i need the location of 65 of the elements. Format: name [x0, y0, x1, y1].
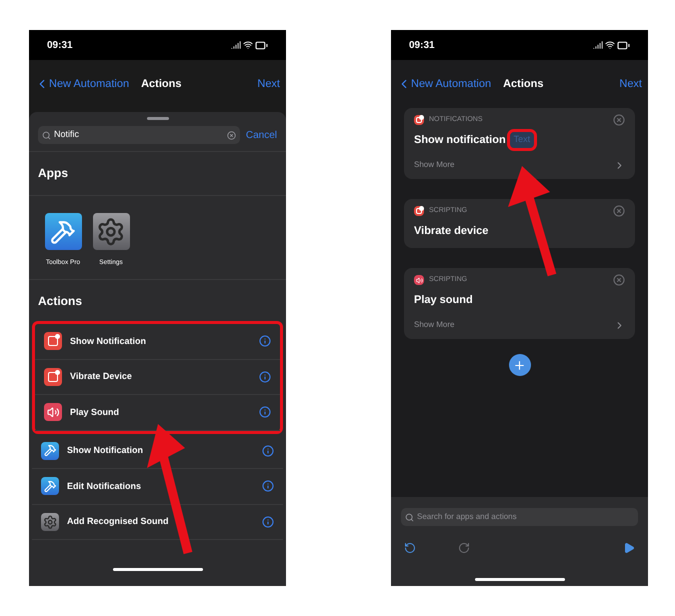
action-row[interactable]: Edit Notifications [32, 469, 283, 504]
hammer-icon [41, 477, 59, 496]
wifi-icon [243, 40, 253, 50]
undo-icon[interactable] [404, 542, 416, 554]
speaker-icon [414, 275, 424, 285]
card-title: Play sound [414, 292, 473, 308]
action-row[interactable]: Vibrate Device [35, 360, 280, 395]
speaker-icon [44, 403, 62, 422]
next-button[interactable]: Next [619, 76, 642, 92]
notification-app-icon [44, 332, 62, 350]
info-icon[interactable] [262, 516, 274, 528]
gear-icon [92, 213, 130, 250]
cancel-button[interactable]: Cancel [246, 128, 277, 142]
clear-icon[interactable] [226, 130, 236, 140]
search-field[interactable]: Notific [38, 126, 240, 144]
notification-app-icon [44, 368, 62, 386]
action-label: Play Sound [70, 406, 120, 419]
section-heading: Apps [38, 166, 68, 180]
hammer-icon [44, 213, 82, 250]
screen-title: Actions [503, 76, 544, 92]
info-icon[interactable] [262, 444, 274, 457]
show-more-button[interactable]: Show More [414, 317, 625, 333]
info-icon[interactable] [259, 370, 271, 383]
search-placeholder: Search for apps and actions [417, 511, 517, 523]
remove-icon[interactable] [613, 114, 625, 126]
redo-icon[interactable] [458, 542, 470, 554]
action-label: Show Notification [70, 334, 146, 348]
signal-icon [231, 40, 241, 50]
gear-icon [41, 512, 59, 531]
search-text: Notific [54, 128, 80, 142]
search-icon [405, 512, 414, 522]
search-icon [42, 130, 51, 140]
action-row[interactable]: Add Recognised Sound [32, 504, 283, 540]
card-title: Show notification [414, 132, 506, 148]
wifi-icon [605, 40, 615, 50]
action-label: Edit Notifications [67, 480, 141, 492]
status-time: 09:31 [409, 38, 435, 52]
notification-app-icon [414, 206, 424, 216]
battery-icon [617, 38, 630, 52]
add-button[interactable] [508, 354, 530, 376]
screen-title: Actions [141, 76, 182, 92]
info-icon[interactable] [262, 480, 274, 492]
card-title: Vibrate device [414, 224, 488, 239]
battery-icon [255, 38, 268, 52]
plus-icon [513, 358, 526, 372]
hammer-icon [41, 442, 59, 460]
sheet-handle[interactable] [146, 117, 168, 120]
back-button[interactable]: New Automation [397, 76, 492, 92]
info-icon[interactable] [259, 335, 271, 348]
remove-icon[interactable] [613, 274, 625, 286]
next-button[interactable]: Next [257, 76, 280, 92]
section-heading: Actions [38, 294, 82, 308]
signal-icon [593, 40, 603, 50]
action-label: Vibrate Device [70, 370, 132, 383]
action-row[interactable]: Show Notification [35, 324, 280, 360]
action-label: Add Recognised Sound [67, 515, 169, 528]
play-icon[interactable] [623, 542, 635, 554]
show-more-button[interactable]: Show More [414, 157, 625, 173]
notification-app-icon [414, 115, 424, 125]
action-label: Show Notification [67, 444, 143, 457]
back-button[interactable]: New Automation [35, 76, 130, 92]
remove-icon[interactable] [613, 205, 625, 217]
info-icon[interactable] [259, 406, 271, 418]
action-row[interactable]: Play Sound [35, 395, 280, 430]
status-time: 09:31 [47, 38, 73, 52]
